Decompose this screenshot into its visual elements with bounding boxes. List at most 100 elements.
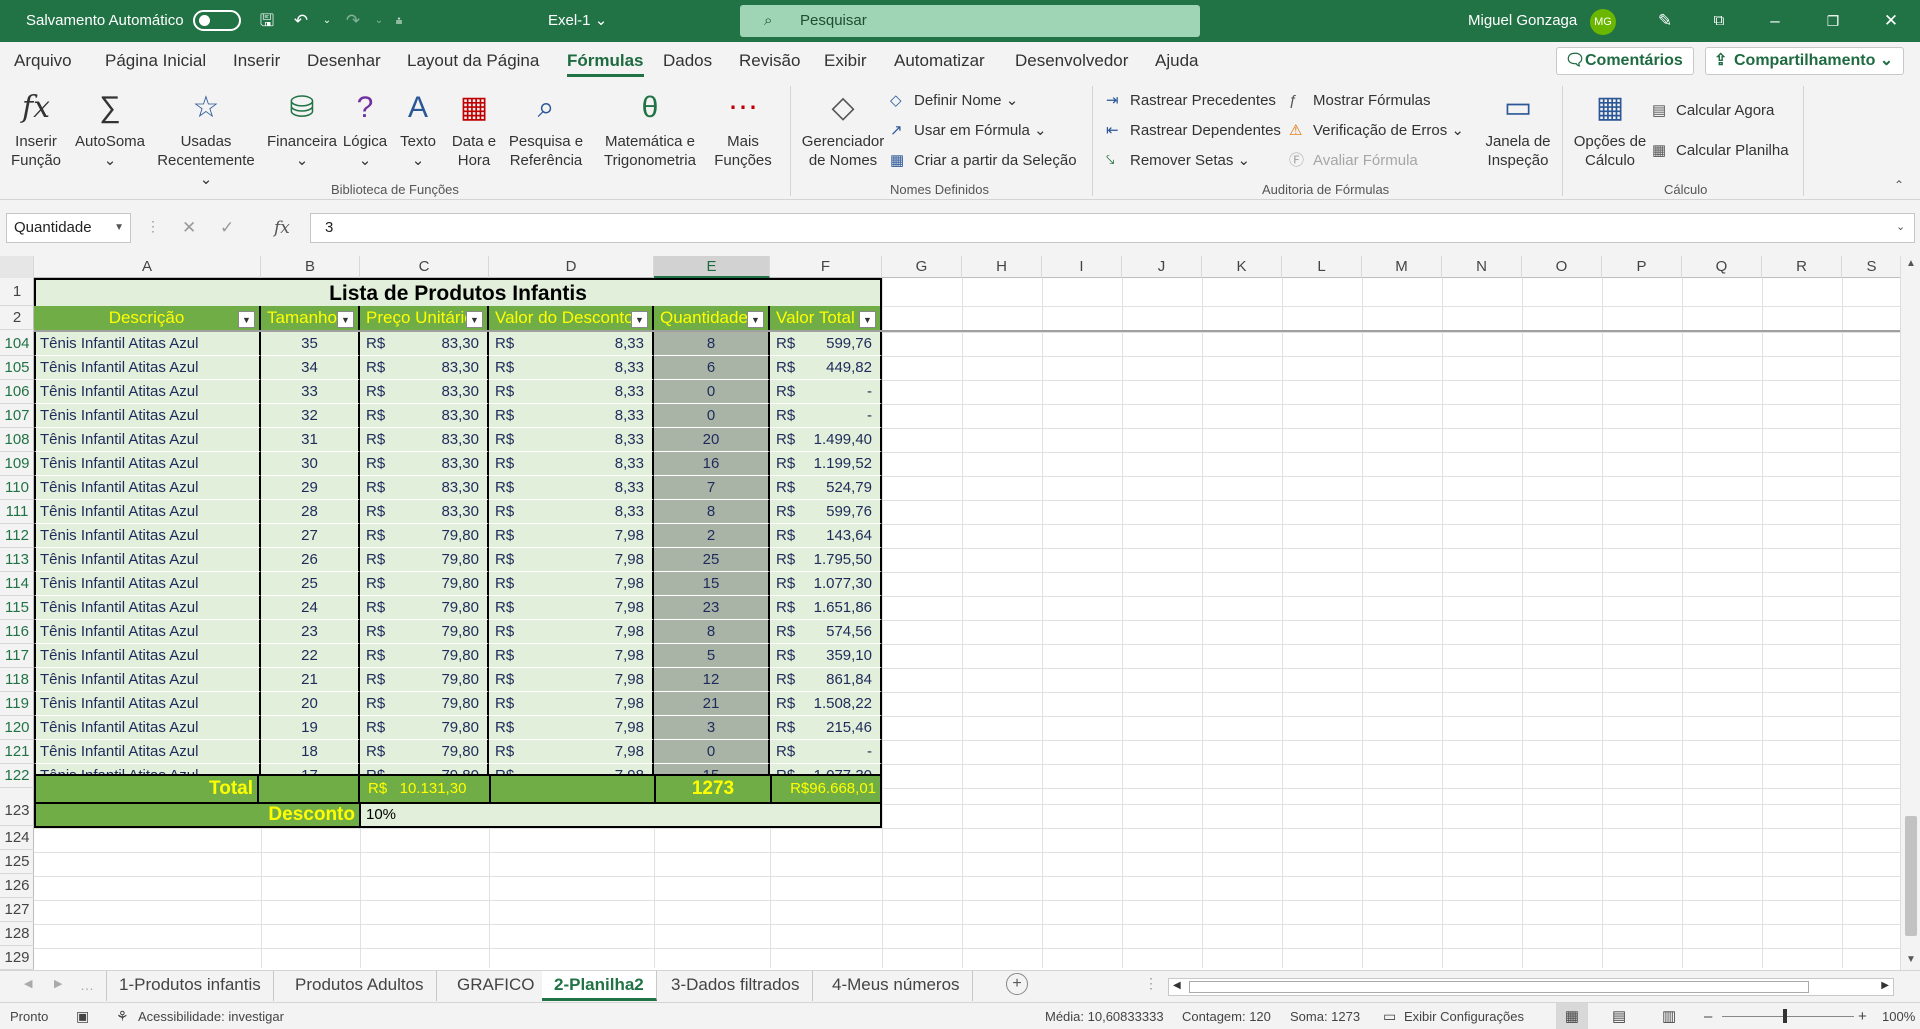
- cell-qty[interactable]: 8: [654, 500, 770, 524]
- autosum-button[interactable]: ∑ AutoSoma ⌄: [72, 86, 148, 170]
- cell-desc[interactable]: Tênis Infantil Atitas Azul: [34, 620, 261, 644]
- cell-size[interactable]: 24: [261, 596, 360, 620]
- scroll-left-icon[interactable]: ◀: [1173, 980, 1181, 991]
- cell-desc[interactable]: Tênis Infantil Atitas Azul: [34, 356, 261, 380]
- row-header[interactable]: 128: [0, 922, 34, 946]
- cell-disc[interactable]: R$ 8,33: [489, 404, 654, 428]
- cell-disc[interactable]: R$ 7,98: [489, 668, 654, 692]
- scroll-thumb[interactable]: [1905, 816, 1917, 936]
- total-label[interactable]: Total: [36, 776, 259, 802]
- column-header[interactable]: P: [1602, 256, 1682, 278]
- cell-qty[interactable]: 5: [654, 644, 770, 668]
- splitter-handle[interactable]: ⋮: [1144, 975, 1158, 992]
- cell-disc[interactable]: R$ 7,98: [489, 620, 654, 644]
- watch-window-button[interactable]: ▭ Janela de Inspeção: [1478, 86, 1558, 170]
- cell-qty[interactable]: 2: [654, 524, 770, 548]
- cell-qty[interactable]: 25: [654, 548, 770, 572]
- cell-qty[interactable]: 6: [654, 356, 770, 380]
- cell-qty[interactable]: 20: [654, 428, 770, 452]
- page-layout-icon[interactable]: ▤: [1612, 1003, 1626, 1029]
- filter-dropdown-icon[interactable]: ▼: [859, 311, 876, 328]
- cell-disc[interactable]: R$ 8,33: [489, 428, 654, 452]
- cell-disc[interactable]: R$ 8,33: [489, 332, 654, 356]
- close-icon[interactable]: ✕: [1876, 0, 1906, 42]
- cell-price[interactable]: R$ 83,30: [360, 332, 489, 356]
- cell-qty[interactable]: 12: [654, 668, 770, 692]
- cell-total[interactable]: R$ 1.499,40: [770, 428, 882, 452]
- header-quantidade[interactable]: Quantidade ▼: [654, 306, 770, 330]
- cell-disc[interactable]: R$ 8,33: [489, 356, 654, 380]
- cell-total[interactable]: R$ 143,64: [770, 524, 882, 548]
- zoom-slider-thumb[interactable]: [1783, 1009, 1787, 1023]
- cell-price[interactable]: R$ 83,30: [360, 476, 489, 500]
- calc-sheet-button[interactable]: ▦ Calcular Planilha: [1652, 140, 1789, 162]
- calc-options-button[interactable]: ▦ Opções de Cálculo: [1566, 86, 1654, 170]
- row-header[interactable]: 109: [0, 452, 34, 476]
- cell-disc[interactable]: R$ 7,98: [489, 524, 654, 548]
- column-header[interactable]: R: [1762, 256, 1842, 278]
- normal-view-icon[interactable]: ▦: [1556, 1003, 1588, 1029]
- cell-total[interactable]: R$ 1.508,22: [770, 692, 882, 716]
- menu-arquivo[interactable]: Arquivo: [14, 42, 72, 80]
- row-header[interactable]: 119: [0, 692, 34, 716]
- logical-button[interactable]: ? Lógica ⌄: [340, 86, 390, 170]
- cell-desc[interactable]: Tênis Infantil Atitas Azul: [34, 668, 261, 692]
- tab-more-icon[interactable]: …: [80, 977, 94, 993]
- cell-total[interactable]: R$ 524,79: [770, 476, 882, 500]
- pen-icon[interactable]: ✎: [1650, 0, 1680, 42]
- cell-price[interactable]: R$ 79,80: [360, 524, 489, 548]
- cell-price[interactable]: R$ 83,30: [360, 500, 489, 524]
- menu-exibir[interactable]: Exibir: [824, 42, 867, 80]
- total-quantity[interactable]: 1273: [656, 776, 772, 802]
- cell-disc[interactable]: R$ 7,98: [489, 644, 654, 668]
- cell-qty[interactable]: 7: [654, 476, 770, 500]
- row-header[interactable]: 126: [0, 874, 34, 898]
- column-header[interactable]: M: [1362, 256, 1442, 278]
- cell-disc[interactable]: R$ 7,98: [489, 740, 654, 764]
- cell-total[interactable]: R$ -: [770, 740, 882, 764]
- recently-used-button[interactable]: ☆ Usadas Recentemente ⌄: [150, 86, 262, 189]
- menu-formulas[interactable]: Fórmulas: [567, 42, 644, 80]
- calc-now-button[interactable]: ▤ Calcular Agora: [1652, 100, 1774, 122]
- row-header[interactable]: 118: [0, 668, 34, 692]
- add-sheet-button[interactable]: +: [1006, 973, 1028, 995]
- accessibility-icon[interactable]: ⚘: [116, 1003, 129, 1029]
- horizontal-scrollbar[interactable]: ◀ ▶: [1168, 978, 1894, 996]
- save-icon[interactable]: 🖫: [252, 0, 282, 42]
- datetime-button[interactable]: ▦ Data e Hora: [444, 86, 504, 170]
- financial-button[interactable]: ⛁ Financeira ⌄: [266, 86, 338, 170]
- cell-qty[interactable]: 8: [654, 620, 770, 644]
- cell-desc[interactable]: Tênis Infantil Atitas Azul: [34, 452, 261, 476]
- create-from-selection-button[interactable]: ▦ Criar a partir da Seleção: [890, 150, 1077, 172]
- ribbon-display-icon[interactable]: ⧉: [1704, 0, 1734, 42]
- cell-qty[interactable]: 15: [654, 572, 770, 596]
- remove-arrows-button[interactable]: ⤥ Remover Setas ⌄: [1106, 150, 1250, 172]
- document-title[interactable]: Exel-1 ⌄: [548, 0, 607, 42]
- row-header[interactable]: 1: [0, 278, 34, 306]
- cell-desc[interactable]: Tênis Infantil Atitas Azul: [34, 692, 261, 716]
- cell-total[interactable]: R$ 359,10: [770, 644, 882, 668]
- row-header[interactable]: 105: [0, 356, 34, 380]
- text-button[interactable]: A Texto ⌄: [396, 86, 440, 170]
- cell-price[interactable]: R$ 79,80: [360, 644, 489, 668]
- display-settings-icon[interactable]: ▭: [1383, 1003, 1396, 1029]
- menu-desenhar[interactable]: Desenhar: [307, 42, 381, 80]
- column-header[interactable]: I: [1042, 256, 1122, 278]
- zoom-level[interactable]: 100%: [1882, 1003, 1915, 1029]
- row-header[interactable]: 108: [0, 428, 34, 452]
- cell-size[interactable]: 21: [261, 668, 360, 692]
- share-button[interactable]: ⇪ Compartilhamento ⌄: [1705, 47, 1905, 75]
- row-header[interactable]: 116: [0, 620, 34, 644]
- column-header[interactable]: D: [489, 256, 654, 278]
- cell-disc[interactable]: R$ 7,98: [489, 572, 654, 596]
- scroll-down-icon[interactable]: ▼: [1906, 954, 1916, 965]
- column-header[interactable]: Q: [1682, 256, 1762, 278]
- cell-price[interactable]: R$ 79,80: [360, 668, 489, 692]
- row-header[interactable]: 115: [0, 596, 34, 620]
- cell-price[interactable]: R$ 79,80: [360, 620, 489, 644]
- cell-price[interactable]: R$ 79,80: [360, 572, 489, 596]
- cell-disc[interactable]: R$ 7,98: [489, 716, 654, 740]
- column-header[interactable]: C: [360, 256, 489, 278]
- cell-desc[interactable]: Tênis Infantil Atitas Azul: [34, 500, 261, 524]
- cell-qty[interactable]: 21: [654, 692, 770, 716]
